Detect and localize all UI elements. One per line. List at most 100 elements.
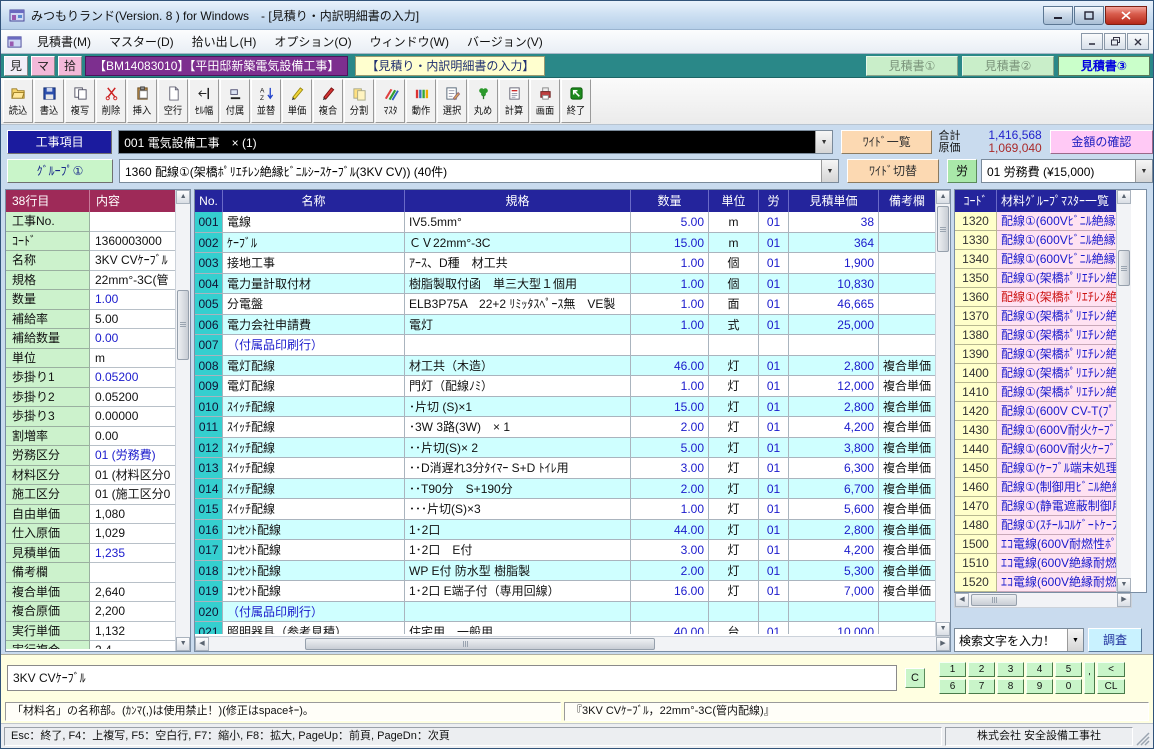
sheet-tab-button[interactable]: 見積書① xyxy=(866,56,958,76)
keypad-key[interactable]: 1 xyxy=(939,662,966,677)
property-row[interactable]: 歩掛り1 0.05200 xyxy=(6,368,175,388)
keypad-key[interactable]: 3 xyxy=(997,662,1024,677)
list-item[interactable]: 1380 配線①(架橋ﾎﾟﾘｴﾁﾚﾝ絶 xyxy=(955,326,1116,345)
keypad-key[interactable]: 5 xyxy=(1055,662,1082,677)
keypad-key[interactable]: 2 xyxy=(968,662,995,677)
property-row[interactable]: 単位 m xyxy=(6,349,175,369)
group-combo[interactable]: 1360 配線①(架橋ﾎﾟﾘｴﾁﾚﾝ絶縁ﾋﾞﾆﾙｼｰｽｹｰﾌﾞﾙ(3KV CV)… xyxy=(119,159,839,183)
chevron-down-icon[interactable]: ▼ xyxy=(1135,160,1152,182)
exit-button[interactable]: 終了 xyxy=(561,79,591,123)
list-item[interactable]: 1420 配線①(600V CV-T(ﾌﾟ xyxy=(955,402,1116,421)
attachment-button[interactable]: 付属 xyxy=(220,79,250,123)
table-row[interactable]: 004 電力量計取付材 樹脂製取付函 単三大型１個用 1.00 個 01 10,… xyxy=(195,274,935,295)
scroll-up-icon[interactable]: ▲ xyxy=(176,190,190,204)
property-row[interactable]: 材料区分 01 (材料区分0 xyxy=(6,466,175,486)
table-row[interactable]: 009 電灯配線 門灯（配線ﾉﾐ） 1.00 灯 01 12,000 複合単価 xyxy=(195,376,935,397)
sort-button[interactable]: AZ並替 xyxy=(251,79,281,123)
menu-item[interactable]: マスター(D) xyxy=(100,32,183,52)
keypad-key[interactable]: 4 xyxy=(1026,662,1053,677)
composite-button[interactable]: 複合 xyxy=(313,79,343,123)
table-row[interactable]: 018 ｺﾝｾﾝﾄ配線 WP E付 防水型 樹脂製 2.00 灯 01 5,30… xyxy=(195,561,935,582)
list-item[interactable]: 1470 配線①(静電遮蔽制御用 xyxy=(955,497,1116,516)
keypad-key[interactable]: 0 xyxy=(1055,679,1082,694)
scroll-thumb[interactable] xyxy=(305,638,655,650)
load-button[interactable]: 読込 xyxy=(3,79,33,123)
property-row[interactable]: 見積単価 1,235 xyxy=(6,544,175,564)
scroll-down-icon[interactable]: ▼ xyxy=(1117,578,1131,592)
scroll-up-icon[interactable]: ▲ xyxy=(936,190,950,204)
copy-button[interactable]: 複写 xyxy=(65,79,95,123)
calc-button[interactable]: 計算 xyxy=(499,79,529,123)
resize-grip[interactable] xyxy=(1136,732,1150,746)
property-row[interactable]: 仕入原価 1,029 xyxy=(6,524,175,544)
list-item[interactable]: 1460 配線①(制御用ﾋﾞﾆﾙ絶縁 xyxy=(955,478,1116,497)
scroll-left-icon[interactable]: ◀ xyxy=(955,593,969,607)
table-row[interactable]: 016 ｺﾝｾﾝﾄ配線 1･2口 44.00 灯 01 2,800 複合単価 xyxy=(195,520,935,541)
menu-item[interactable]: 見積書(M) xyxy=(28,32,100,52)
menu-item[interactable]: ウィンドウ(W) xyxy=(361,32,458,52)
select-button[interactable]: 選択 xyxy=(437,79,467,123)
table-row[interactable]: 021 照明器具（参考見積） 住宅用 一般用 40.00 台 01 10,000 xyxy=(195,622,935,634)
property-row[interactable]: 実行複合 2,4 xyxy=(6,641,175,649)
scroll-up-icon[interactable]: ▲ xyxy=(1117,190,1131,204)
property-row[interactable]: 施工区分 01 (施工区分0 xyxy=(6,485,175,505)
chevron-down-icon[interactable]: ▼ xyxy=(1067,629,1083,651)
project-item-button[interactable]: 工事項目 xyxy=(7,130,112,154)
property-row[interactable]: 複合単価 2,640 xyxy=(6,583,175,603)
property-row[interactable]: 実行単価 1,132 xyxy=(6,622,175,642)
maximize-button[interactable] xyxy=(1074,6,1104,25)
master-hscrollbar[interactable]: ◀ ▶ xyxy=(954,593,1132,608)
list-item[interactable]: 1510 ｴｺ電線(600V絶縁耐燃 xyxy=(955,554,1116,573)
table-row[interactable]: 002 ｹｰﾌﾞﾙ ＣＶ22mm°-3C 15.00 m 01 364 xyxy=(195,233,935,254)
table-row[interactable]: 014 ｽｲｯﾁ配線 ･･T90分 S+190分 2.00 灯 01 6,700… xyxy=(195,479,935,500)
master-button[interactable]: ﾏｽﾀ xyxy=(375,79,405,123)
property-row[interactable]: ｺｰﾄﾞ 1360003000 xyxy=(6,232,175,252)
split-button[interactable]: 分割 xyxy=(344,79,374,123)
scroll-down-icon[interactable]: ▼ xyxy=(936,622,950,636)
property-row[interactable]: 複合原価 2,200 xyxy=(6,602,175,622)
list-item[interactable]: 1320 配線①(600Vﾋﾞﾆﾙ絶縁 xyxy=(955,212,1116,231)
save-button[interactable]: 書込 xyxy=(34,79,64,123)
menu-item[interactable]: バージョン(V) xyxy=(458,32,552,52)
scroll-thumb[interactable] xyxy=(937,206,949,252)
table-row[interactable]: 020 （付属品印刷行） xyxy=(195,602,935,623)
list-item[interactable]: 1520 ｴｺ電線(600V絶縁耐燃 xyxy=(955,573,1116,592)
table-row[interactable]: 015 ｽｲｯﾁ配線 ･･･片切(S)×3 1.00 灯 01 5,600 複合… xyxy=(195,499,935,520)
blank-row-button[interactable]: 空行 xyxy=(158,79,188,123)
scroll-thumb[interactable] xyxy=(177,290,189,360)
property-row[interactable]: 備考欄 xyxy=(6,563,175,583)
action-button[interactable]: 動作 xyxy=(406,79,436,123)
amount-check-button[interactable]: 金額の確認 xyxy=(1050,130,1153,154)
list-item[interactable]: 1400 配線①(架橋ﾎﾟﾘｴﾁﾚﾝ絶 xyxy=(955,364,1116,383)
scroll-down-icon[interactable]: ▼ xyxy=(176,637,190,651)
list-item[interactable]: 1360 配線①(架橋ﾎﾟﾘｴﾁﾚﾝ絶 xyxy=(955,288,1116,307)
scroll-thumb[interactable] xyxy=(971,594,1017,606)
screen-button[interactable]: 画面 xyxy=(530,79,560,123)
search-input[interactable]: 検索文字を入力！ ▼ xyxy=(954,628,1084,652)
property-row[interactable]: 名称 3KV CVｹｰﾌﾞﾙ xyxy=(6,251,175,271)
keypad-key[interactable]: 6 xyxy=(939,679,966,694)
table-row[interactable]: 007 （付属品印刷行） xyxy=(195,335,935,356)
keypad-clear-key[interactable]: CL xyxy=(1097,679,1125,694)
mdi-close-button[interactable] xyxy=(1127,33,1149,50)
property-row[interactable]: 規格 22mm°-3C(管 xyxy=(6,271,175,291)
delete-button[interactable]: 削除 xyxy=(96,79,126,123)
list-item[interactable]: 1350 配線①(架橋ﾎﾟﾘｴﾁﾚﾝ絶 xyxy=(955,269,1116,288)
detail-vscrollbar[interactable]: ▲ ▼ xyxy=(935,190,950,636)
table-row[interactable]: 006 電力会社申請費 電灯 1.00 式 01 25,000 xyxy=(195,315,935,336)
table-row[interactable]: 005 分電盤 ELB3P75A 22+2 ﾘﾐｯﾀｽﾍﾟｰｽ無 VE製 1.0… xyxy=(195,294,935,315)
master-vscrollbar[interactable]: ▲ ▼ xyxy=(1116,190,1131,592)
property-row[interactable]: 労務区分 01 (労務費) xyxy=(6,446,175,466)
property-row[interactable]: 工事No. xyxy=(6,212,175,232)
keypad-apostrophe-key[interactable]: ' xyxy=(1084,662,1095,694)
keypad-key[interactable]: 9 xyxy=(1026,679,1053,694)
group-button[interactable]: ｸﾞﾙｰﾌﾟ① xyxy=(7,159,113,183)
table-row[interactable]: 001 電線 IV5.5mm° 5.00 m 01 38 xyxy=(195,212,935,233)
keypad-key[interactable]: 7 xyxy=(968,679,995,694)
property-row[interactable]: 補給率 5.00 xyxy=(6,310,175,330)
menu-item[interactable]: オプション(O) xyxy=(265,32,360,52)
property-row[interactable]: 自由単価 1,080 xyxy=(6,505,175,525)
project-item-combo[interactable]: 001 電気設備工事 × (1) ▼ xyxy=(118,130,833,154)
list-item[interactable]: 1430 配線①(600V耐火ｹｰﾌﾞ xyxy=(955,421,1116,440)
list-item[interactable]: 1440 配線①(600V耐火ｹｰﾌﾞ xyxy=(955,440,1116,459)
